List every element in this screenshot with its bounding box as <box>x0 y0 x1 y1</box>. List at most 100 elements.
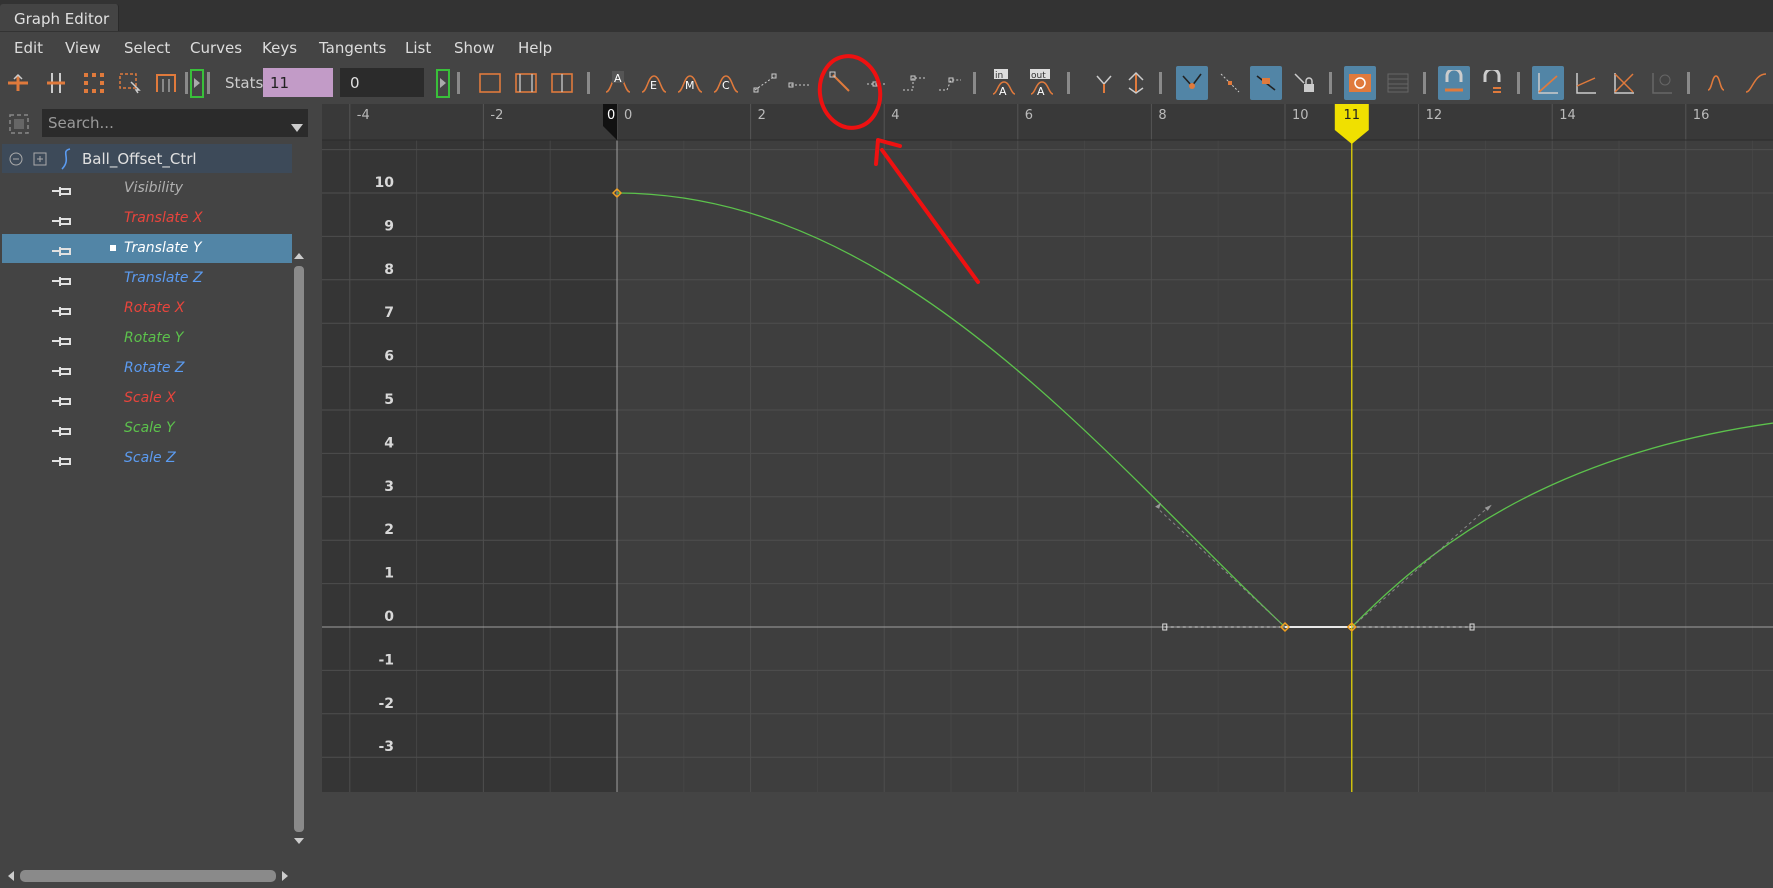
frame-tick-label: 4 <box>891 108 899 123</box>
stats-frame-field[interactable] <box>263 68 333 97</box>
search-input[interactable] <box>42 109 308 137</box>
center-current-time-icon[interactable] <box>546 66 578 100</box>
outliner-attribute-row[interactable]: Translate Z <box>2 264 292 293</box>
value-tick-label: 0 <box>384 609 394 625</box>
value-tick-label: -2 <box>378 696 394 712</box>
spline-key-icon[interactable] <box>750 66 782 100</box>
time-snap-icon[interactable] <box>1438 66 1470 100</box>
auto-tangent-icon[interactable]: A <box>602 66 634 100</box>
insert-key-icon[interactable] <box>40 66 72 100</box>
menu-curves[interactable]: Curves <box>190 39 242 57</box>
toolbar-divider[interactable] <box>1158 72 1163 94</box>
toolbar-divider[interactable] <box>184 72 189 94</box>
channel-icon <box>52 183 72 202</box>
outliner-vertical-scrollbar[interactable] <box>292 250 306 850</box>
svg-text:A: A <box>614 72 622 85</box>
curve-sin-icon[interactable] <box>1702 66 1734 100</box>
menu-show[interactable]: Show <box>454 39 494 57</box>
menu-edit[interactable]: Edit <box>14 39 43 57</box>
unify-tangent-icon[interactable] <box>1120 66 1152 100</box>
svg-text:A: A <box>1037 85 1045 98</box>
window-tab[interactable]: Graph Editor <box>0 4 119 31</box>
auto-load-icon[interactable] <box>1344 66 1376 100</box>
pre-infinity-icon[interactable]: in A <box>988 66 1020 100</box>
toolbar-divider[interactable] <box>1328 72 1333 94</box>
stats-label: Stats <box>225 74 264 92</box>
outliner-attribute-row[interactable]: Rotate Y <box>2 324 292 353</box>
value-snap-icon[interactable] <box>1476 66 1508 100</box>
outliner-attribute-row[interactable]: Visibility <box>2 174 292 203</box>
outliner-attribute-row[interactable]: Scale Y <box>2 414 292 443</box>
menu-list[interactable]: List <box>405 39 431 57</box>
outliner-node-row[interactable]: Ball_Offset_Ctrl <box>2 144 292 173</box>
frame-playback-range-icon[interactable] <box>510 66 542 100</box>
linear-tangent-icon[interactable] <box>826 66 858 100</box>
outliner-attribute-row[interactable]: Translate Y <box>2 234 292 263</box>
toolbar-divider[interactable] <box>1686 72 1691 94</box>
menu-help[interactable]: Help <box>518 39 552 57</box>
normalize-icon[interactable] <box>1532 66 1564 100</box>
tangent-handle-line <box>1351 506 1490 628</box>
toolbar: Stats A E M C in A out A <box>0 64 1773 104</box>
outliner-attribute-row[interactable]: Rotate Z <box>2 354 292 383</box>
toolbar-divider[interactable] <box>586 72 591 94</box>
time-ruler <box>322 104 1773 140</box>
expand-toggle-icon[interactable] <box>190 69 204 98</box>
frame-tick-label: -2 <box>490 108 503 123</box>
toolbar-divider[interactable] <box>1516 72 1521 94</box>
pre-range-region <box>322 140 617 792</box>
toolbar-divider[interactable] <box>1422 72 1427 94</box>
tangent-weight-icon[interactable] <box>1214 66 1246 100</box>
lattice-deform-icon[interactable] <box>78 66 110 100</box>
step-next-icon[interactable] <box>898 66 930 100</box>
curve-scale-icon[interactable] <box>1608 66 1640 100</box>
svg-text:E: E <box>650 79 657 92</box>
flat-key-icon[interactable] <box>786 66 818 100</box>
region-select-icon[interactable] <box>114 66 146 100</box>
chevron-down-icon[interactable] <box>290 118 304 137</box>
menu-view[interactable]: View <box>65 39 101 57</box>
node-label: Ball_Offset_Ctrl <box>82 150 197 168</box>
toolbar-divider[interactable] <box>1066 72 1071 94</box>
free-tangent-weight-icon[interactable] <box>1176 66 1208 100</box>
outliner-attribute-row[interactable]: Translate X <box>2 204 292 233</box>
post-infinity-icon[interactable]: out A <box>1026 66 1058 100</box>
collapse-icon[interactable] <box>9 151 23 170</box>
menu-tangents[interactable]: Tangents <box>319 39 386 57</box>
menu-select[interactable]: Select <box>124 39 170 57</box>
toolbar-divider[interactable] <box>206 72 211 94</box>
value-tick-label: 6 <box>384 349 394 365</box>
frame-all-icon[interactable] <box>474 66 506 100</box>
channel-icon <box>52 273 72 292</box>
frame-tick-label: 6 <box>1025 108 1033 123</box>
expand-toggle-icon[interactable] <box>436 69 450 98</box>
plateau-tangent-icon[interactable]: C <box>710 66 742 100</box>
lock-icon[interactable] <box>1288 66 1320 100</box>
disabled-tool-icon[interactable] <box>1646 66 1678 100</box>
attribute-label: Rotate X <box>124 300 185 316</box>
stats-value-field[interactable] <box>340 68 424 97</box>
toolbar-divider[interactable] <box>972 72 977 94</box>
move-key-icon[interactable] <box>2 66 34 100</box>
spline-tangent-icon[interactable]: E <box>638 66 670 100</box>
attribute-label: Scale Z <box>124 450 176 466</box>
expand-icon[interactable] <box>33 151 47 170</box>
break-tangent-icon[interactable] <box>1088 66 1120 100</box>
menu-keys[interactable]: Keys <box>262 39 297 57</box>
lock-tangent-weight-icon[interactable] <box>1250 66 1282 100</box>
outliner-attribute-row[interactable]: Scale X <box>2 384 292 413</box>
channel-icon <box>52 303 72 322</box>
clamped-key-icon[interactable] <box>934 66 966 100</box>
outliner-attribute-row[interactable]: Rotate X <box>2 294 292 323</box>
outliner-attribute-row[interactable]: Scale Z <box>2 444 292 473</box>
toolbar-divider[interactable] <box>456 72 461 94</box>
outliner-horizontal-scrollbar[interactable] <box>6 868 290 884</box>
retime-icon[interactable] <box>150 66 182 100</box>
step-tangent-icon[interactable] <box>862 66 894 100</box>
clamped-tangent-icon[interactable]: M <box>674 66 706 100</box>
curve-ease-icon[interactable] <box>1740 66 1772 100</box>
filter-icon[interactable] <box>8 113 30 135</box>
graph-view[interactable]: -4 -2 0 2 4 6 8 10 12 14 16 0 10 9 8 7 6 5 4 3 2 1 0 -1 -2 -3 11 <box>322 104 1773 792</box>
stacked-view-icon[interactable] <box>1382 66 1414 100</box>
denormalize-icon[interactable] <box>1570 66 1602 100</box>
